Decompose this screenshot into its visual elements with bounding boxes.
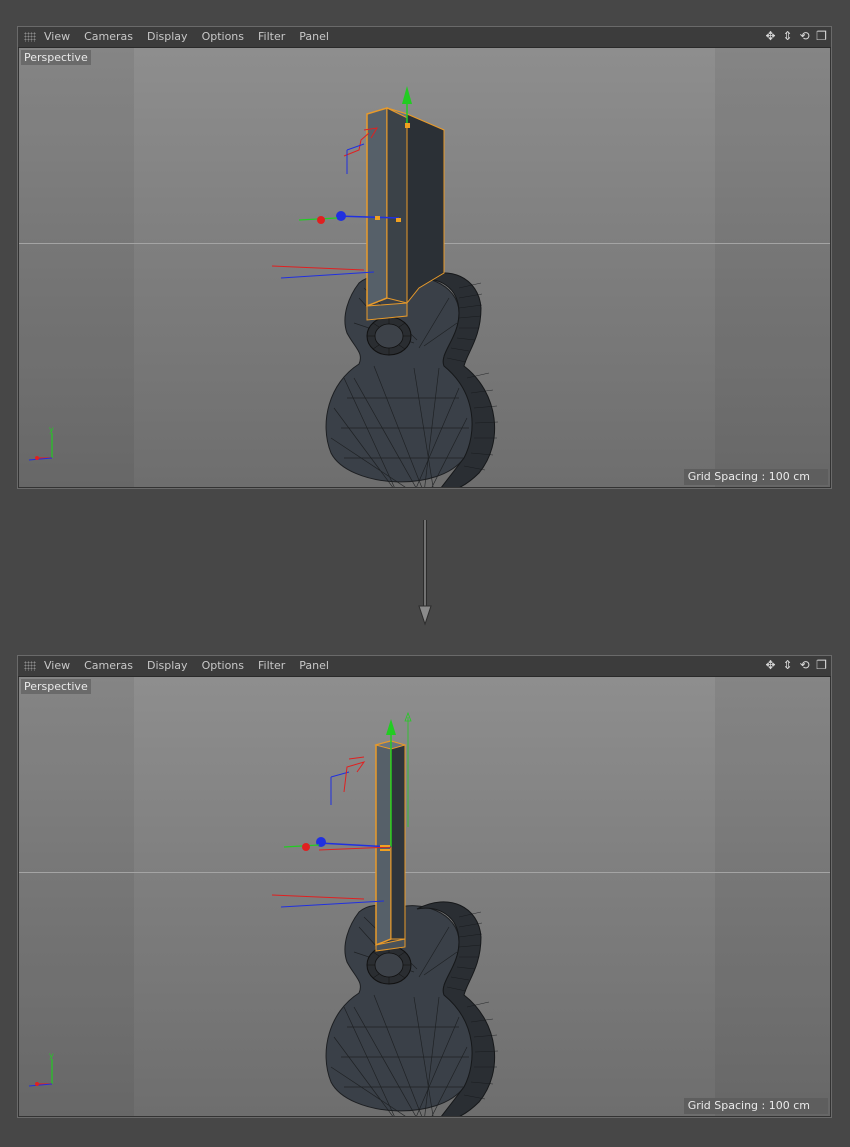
grid-spacing-readout: Grid Spacing : 100 cm — [683, 469, 828, 485]
menu-view[interactable]: View — [44, 656, 70, 676]
menu-options[interactable]: Options — [202, 27, 244, 47]
menu-display[interactable]: Display — [147, 656, 188, 676]
panel-grip-icon[interactable] — [24, 32, 36, 42]
grid-spacing-readout: Grid Spacing : 100 cm — [683, 1098, 828, 1114]
menu-panel[interactable]: Panel — [299, 656, 329, 676]
viewport-panel-top: View Cameras Display Options Filter Pane… — [17, 26, 832, 489]
down-arrow-icon — [418, 520, 432, 626]
menu-cameras[interactable]: Cameras — [84, 27, 133, 47]
menu-view[interactable]: View — [44, 27, 70, 47]
viewport-menubar: View Cameras Display Options Filter Pane… — [18, 656, 831, 677]
svg-text:y: y — [49, 1051, 54, 1060]
menu-display[interactable]: Display — [147, 27, 188, 47]
svg-text:y: y — [49, 425, 54, 434]
viewport-panel-bottom: View Cameras Display Options Filter Pane… — [17, 655, 832, 1118]
view-label-perspective[interactable]: Perspective — [21, 50, 91, 65]
zoom-view-icon[interactable]: ⇕ — [780, 29, 795, 44]
zoom-view-icon[interactable]: ⇕ — [780, 658, 795, 673]
viewport-canvas[interactable]: y Perspective Grid Spacing : 100 cm — [19, 48, 830, 487]
viewport-menubar: View Cameras Display Options Filter Pane… — [18, 27, 831, 48]
scene-3d: y — [28, 86, 499, 487]
move-view-icon[interactable]: ✥ — [763, 658, 778, 673]
guitar-body-mesh[interactable] — [325, 272, 499, 487]
menu-filter[interactable]: Filter — [258, 656, 285, 676]
rotate-view-icon[interactable]: ⟲ — [797, 29, 812, 44]
view-label-perspective[interactable]: Perspective — [21, 679, 91, 694]
menu-filter[interactable]: Filter — [258, 27, 285, 47]
world-axis-indicator: y — [28, 1051, 54, 1087]
rotate-view-icon[interactable]: ⟲ — [797, 658, 812, 673]
menu-cameras[interactable]: Cameras — [84, 656, 133, 676]
menu-panel[interactable]: Panel — [299, 27, 329, 47]
menu-options[interactable]: Options — [202, 656, 244, 676]
maximize-view-icon[interactable]: ❐ — [814, 658, 829, 673]
scene-3d: y — [28, 711, 499, 1116]
viewport-canvas[interactable]: y Perspective Grid Spacing : 100 cm — [19, 677, 830, 1116]
guitar-body-mesh[interactable] — [325, 901, 499, 1116]
world-axis-indicator: y — [28, 425, 54, 461]
move-view-icon[interactable]: ✥ — [763, 29, 778, 44]
panel-grip-icon[interactable] — [24, 661, 36, 671]
maximize-view-icon[interactable]: ❐ — [814, 29, 829, 44]
